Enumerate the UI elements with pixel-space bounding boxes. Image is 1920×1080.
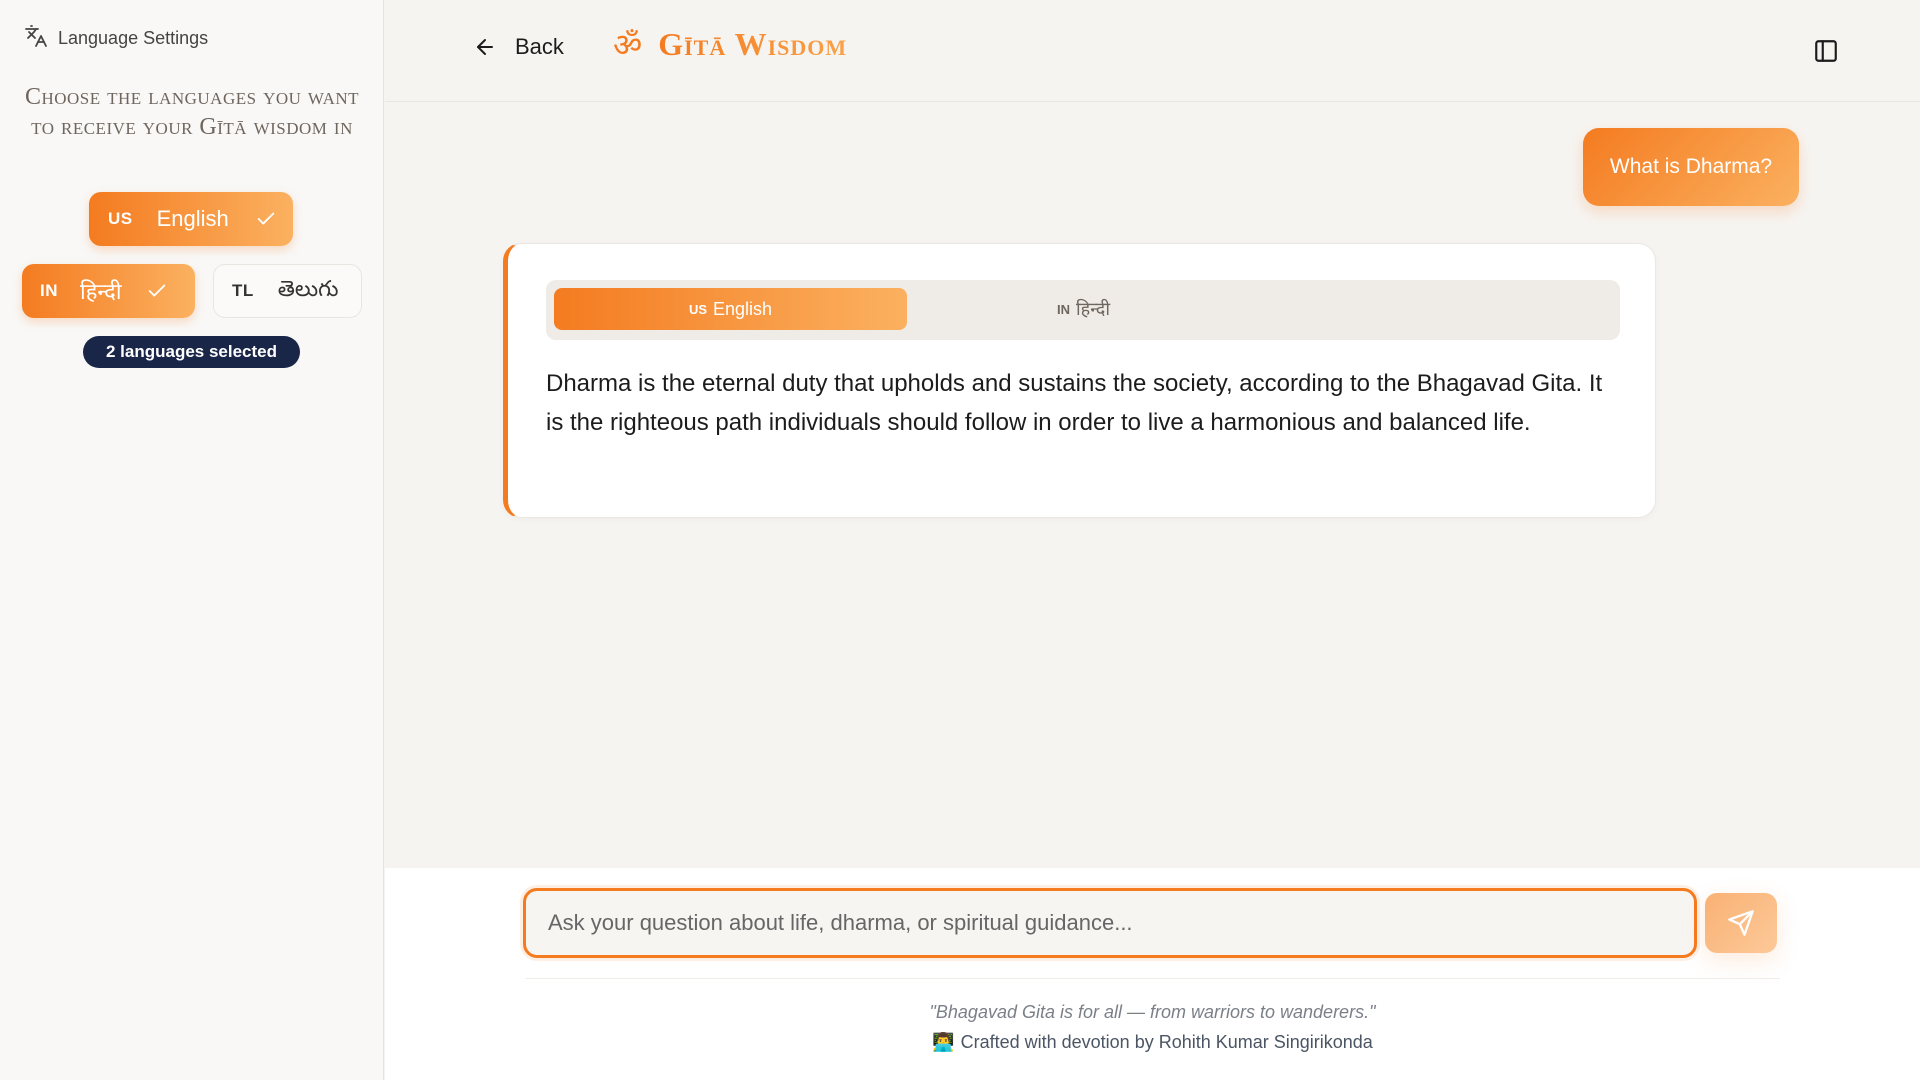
send-icon (1728, 910, 1754, 936)
arrow-left-icon (477, 39, 493, 55)
tab-hindi[interactable]: IN हिन्दी (907, 288, 1260, 330)
brand-title: Gītā Wisdom (658, 26, 848, 62)
language-code: IN (40, 281, 58, 300)
check-icon (148, 284, 165, 297)
panel-left-icon[interactable] (1813, 38, 1839, 64)
top-header: Back ॐ Gītā Wisdom (385, 0, 1920, 102)
language-settings-sidebar: Language Settings Choose the languages y… (0, 0, 384, 1080)
language-name: తెలుగు (277, 275, 339, 301)
developer-emoji-icon: 👨‍💻 (932, 1032, 955, 1052)
back-button[interactable]: Back (473, 34, 564, 60)
user-message-bubble: What is Dharma? (1583, 128, 1799, 206)
language-option-english[interactable]: US English (89, 192, 293, 246)
send-button[interactable] (1705, 893, 1777, 953)
footer-quote: "Bhagavad Gita is for all — from warrior… (929, 1002, 1376, 1022)
tab-label: हिन्दी (1075, 299, 1110, 319)
question-input[interactable] (523, 888, 1697, 958)
answer-language-tabs: US English IN हिन्दी (546, 280, 1620, 340)
brand-logo: ॐ Gītā Wisdom (613, 26, 847, 63)
om-icon: ॐ (613, 26, 643, 63)
language-name: हिन्दी (80, 279, 122, 304)
back-label: Back (515, 34, 564, 59)
tab-code: IN (1056, 301, 1070, 317)
answer-text: Dharma is the eternal duty that upholds … (546, 370, 1603, 436)
sidebar-heading: Language Settings (58, 28, 209, 48)
sidebar-header: Language Settings (24, 24, 208, 53)
tab-label: English (713, 298, 773, 319)
language-prompt-title: Choose the languages you want to receive… (24, 84, 360, 140)
footer-credit: 👨‍💻 Crafted with devotion by Rohith Kuma… (385, 1032, 1920, 1053)
divider (525, 978, 1780, 979)
language-option-telugu[interactable]: TL తెలుగు (213, 264, 362, 318)
selected-count-badge: 2 languages selected (83, 336, 300, 368)
tab-english[interactable]: US English (554, 288, 907, 330)
language-code: US (108, 209, 133, 228)
check-icon (257, 212, 275, 225)
language-code: TL (232, 281, 254, 300)
language-option-hindi[interactable]: IN हिन्दी (22, 264, 195, 318)
tab-code: US (688, 301, 707, 317)
composer-area: "Bhagavad Gita is for all — from warrior… (385, 868, 1920, 1080)
translate-icon (24, 24, 48, 53)
answer-card: US English IN हिन्दी Dharma is the etern… (503, 243, 1656, 518)
language-name: English (156, 206, 229, 231)
credit-text: Crafted with devotion by Rohith Kumar Si… (960, 1032, 1373, 1052)
